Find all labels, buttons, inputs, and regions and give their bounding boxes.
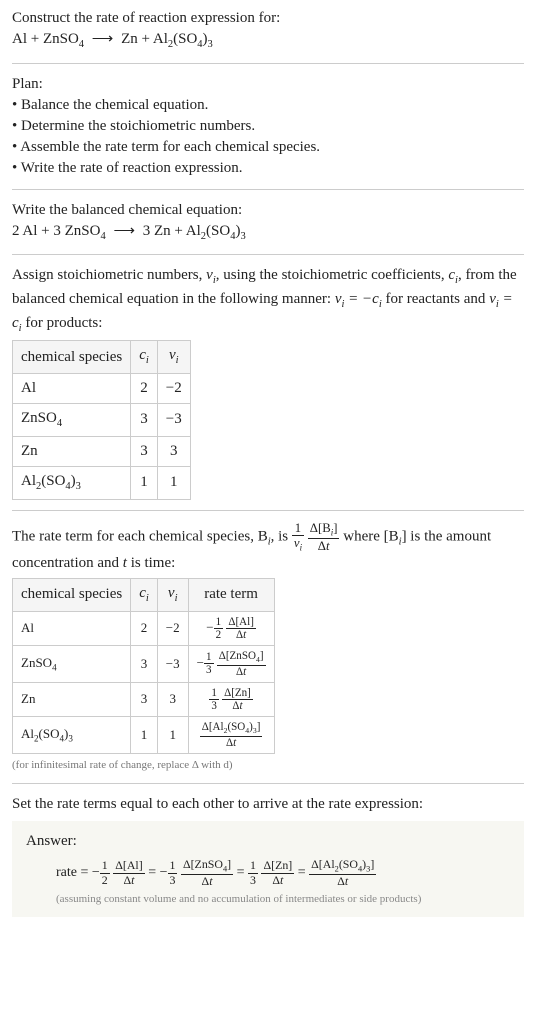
final-title: Set the rate terms equal to each other t… (12, 794, 524, 815)
cell-species: Zn (13, 682, 131, 716)
plan-item: Determine the stoichiometric numbers. (12, 116, 524, 137)
cell-rate: −13 Δ[ZnSO4]Δt (188, 645, 274, 682)
col-rate: rate term (188, 578, 274, 611)
rateterm-intro: The rate term for each chemical species,… (12, 521, 524, 574)
answer-formula: rate = −12 Δ[Al]Δt = −13 Δ[ZnSO4]Δt = 13… (26, 858, 510, 888)
divider (12, 510, 524, 511)
cell-rate: −12 Δ[Al]Δt (188, 611, 274, 645)
cell-nu: −3 (157, 404, 190, 437)
cell-nu: −2 (157, 611, 188, 645)
plan-list: Balance the chemical equation. Determine… (12, 95, 524, 179)
cell-species: Al (13, 611, 131, 645)
text: , is (271, 528, 292, 544)
divider (12, 254, 524, 255)
final-section: Set the rate terms equal to each other t… (12, 794, 524, 917)
col-nu: νi (157, 578, 188, 611)
cell-c: 1 (131, 716, 158, 753)
cell-c: 2 (131, 374, 158, 404)
cell-rate: 13 Δ[Zn]Δt (188, 682, 274, 716)
text: is time: (127, 555, 175, 571)
table-header-row: chemical species ci νi rate term (13, 578, 275, 611)
plan-section: Plan: Balance the chemical equation. Det… (12, 74, 524, 179)
answer-label: Answer: (26, 831, 510, 852)
rateterm-section: The rate term for each chemical species,… (12, 521, 524, 774)
table-header-row: chemical species ci νi (13, 341, 191, 374)
cell-species: Al2(SO4)3 (13, 716, 131, 753)
plan-item: Write the rate of reaction expression. (12, 158, 524, 179)
cell-nu: −3 (157, 645, 188, 682)
prompt-equation: Al + ZnSO4 ⟶ Zn + Al2(SO4)3 (12, 29, 524, 53)
col-nu: νi (157, 341, 190, 374)
frac-one-over-nu: 1νi (292, 521, 304, 553)
col-species: chemical species (13, 578, 131, 611)
cell-nu: −2 (157, 374, 190, 404)
divider (12, 783, 524, 784)
divider (12, 63, 524, 64)
table-row: Zn 3 3 (13, 436, 191, 466)
col-species: chemical species (13, 341, 131, 374)
table-row: Zn 3 3 13 Δ[Zn]Δt (13, 682, 275, 716)
cell-c: 3 (131, 645, 158, 682)
eq-text: 2 Al + 3 ZnSO4 ⟶ 3 Zn + Al2(SO4)3 (12, 223, 246, 239)
divider (12, 189, 524, 190)
cell-c: 3 (131, 682, 158, 716)
balanced-section: Write the balanced chemical equation: 2 … (12, 200, 524, 245)
cell-species: ZnSO4 (13, 404, 131, 437)
prompt-title: Construct the rate of reaction expressio… (12, 8, 524, 29)
plan-item: Assemble the rate term for each chemical… (12, 137, 524, 158)
answer-box: Answer: rate = −12 Δ[Al]Δt = −13 Δ[ZnSO4… (12, 821, 524, 917)
col-c: ci (131, 341, 158, 374)
text: Assign stoichiometric numbers, (12, 267, 206, 283)
cell-species: Al (13, 374, 131, 404)
rateterm-note: (for infinitesimal rate of change, repla… (12, 758, 524, 773)
col-c: ci (131, 578, 158, 611)
table-row: ZnSO4 3 −3 −13 Δ[ZnSO4]Δt (13, 645, 275, 682)
table-row: Al2(SO4)3 1 1 (13, 466, 191, 499)
relation: νi = −ci (335, 291, 382, 307)
stoich-table: chemical species ci νi Al 2 −2 ZnSO4 3 −… (12, 340, 191, 499)
cell-nu: 3 (157, 682, 188, 716)
plan-item: Balance the chemical equation. (12, 95, 524, 116)
table-row: Al2(SO4)3 1 1 Δ[Al2(SO4)3]Δt (13, 716, 275, 753)
frac-delta-b: Δ[Bi]Δt (308, 521, 340, 553)
rateterm-table: chemical species ci νi rate term Al 2 −2… (12, 578, 275, 754)
balanced-title: Write the balanced chemical equation: (12, 200, 524, 221)
cell-species: ZnSO4 (13, 645, 131, 682)
c-i: ci (448, 267, 458, 283)
text: , using the stoichiometric coefficients, (216, 267, 449, 283)
cell-nu: 3 (157, 436, 190, 466)
cell-nu: 1 (157, 466, 190, 499)
cell-c: 2 (131, 611, 158, 645)
cell-nu: 1 (157, 716, 188, 753)
answer-note: (assuming constant volume and no accumul… (26, 892, 510, 907)
cell-rate: Δ[Al2(SO4)3]Δt (188, 716, 274, 753)
stoich-section: Assign stoichiometric numbers, νi, using… (12, 265, 524, 499)
plan-title: Plan: (12, 74, 524, 95)
cell-c: 1 (131, 466, 158, 499)
balanced-equation: 2 Al + 3 ZnSO4 ⟶ 3 Zn + Al2(SO4)3 (12, 221, 524, 245)
table-row: Al 2 −2 (13, 374, 191, 404)
cell-species: Al2(SO4)3 (13, 466, 131, 499)
cell-c: 3 (131, 404, 158, 437)
eq-text: Al + ZnSO4 ⟶ Zn + Al2(SO4)3 (12, 31, 213, 47)
cell-species: Zn (13, 436, 131, 466)
stoich-intro: Assign stoichiometric numbers, νi, using… (12, 265, 524, 336)
text: for reactants and (382, 291, 489, 307)
text: The rate term for each chemical species,… (12, 528, 268, 544)
rate-label: rate = (56, 865, 92, 880)
cell-c: 3 (131, 436, 158, 466)
nu-i: νi (206, 267, 216, 283)
prompt-section: Construct the rate of reaction expressio… (12, 8, 524, 53)
text: for products: (22, 315, 103, 331)
table-row: ZnSO4 3 −3 (13, 404, 191, 437)
table-row: Al 2 −2 −12 Δ[Al]Δt (13, 611, 275, 645)
text: where [B (343, 528, 398, 544)
